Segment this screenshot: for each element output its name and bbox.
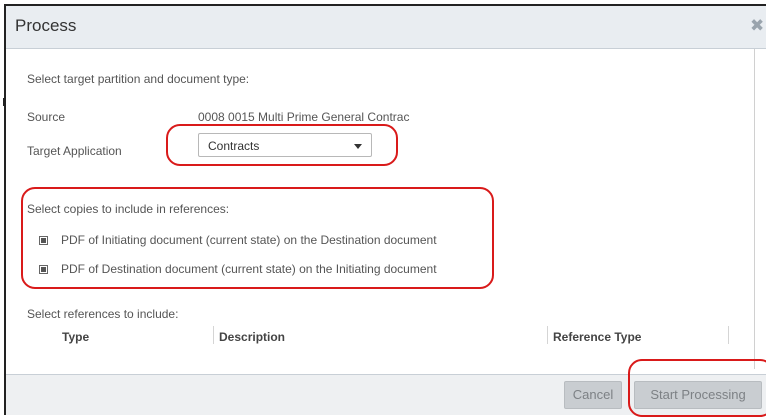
source-value: 0008 0015 Multi Prime General Contrac bbox=[198, 110, 410, 124]
column-header-description[interactable]: Description bbox=[219, 330, 285, 344]
highlight-target-application bbox=[166, 124, 398, 166]
process-dialog: Process ✖ Select target partition and do… bbox=[3, 4, 766, 417]
close-icon[interactable]: ✖ bbox=[750, 16, 764, 36]
target-application-label: Target Application bbox=[27, 144, 122, 158]
references-heading: Select references to include: bbox=[27, 307, 179, 321]
column-header-reference-type[interactable]: Reference Type bbox=[553, 330, 641, 344]
instruction-text: Select target partition and document typ… bbox=[27, 72, 250, 86]
highlight-start-processing bbox=[628, 359, 766, 417]
highlight-copies bbox=[21, 187, 494, 289]
cancel-button[interactable]: Cancel bbox=[564, 381, 622, 409]
dialog-title: Process bbox=[15, 16, 77, 35]
column-header-type[interactable]: Type bbox=[62, 330, 89, 344]
vertical-scrollbar[interactable] bbox=[754, 49, 762, 369]
column-divider bbox=[213, 326, 214, 344]
source-label: Source bbox=[27, 110, 66, 124]
dialog-titlebar: Process ✖ bbox=[6, 6, 766, 49]
column-divider bbox=[728, 326, 729, 344]
column-divider bbox=[547, 326, 548, 344]
